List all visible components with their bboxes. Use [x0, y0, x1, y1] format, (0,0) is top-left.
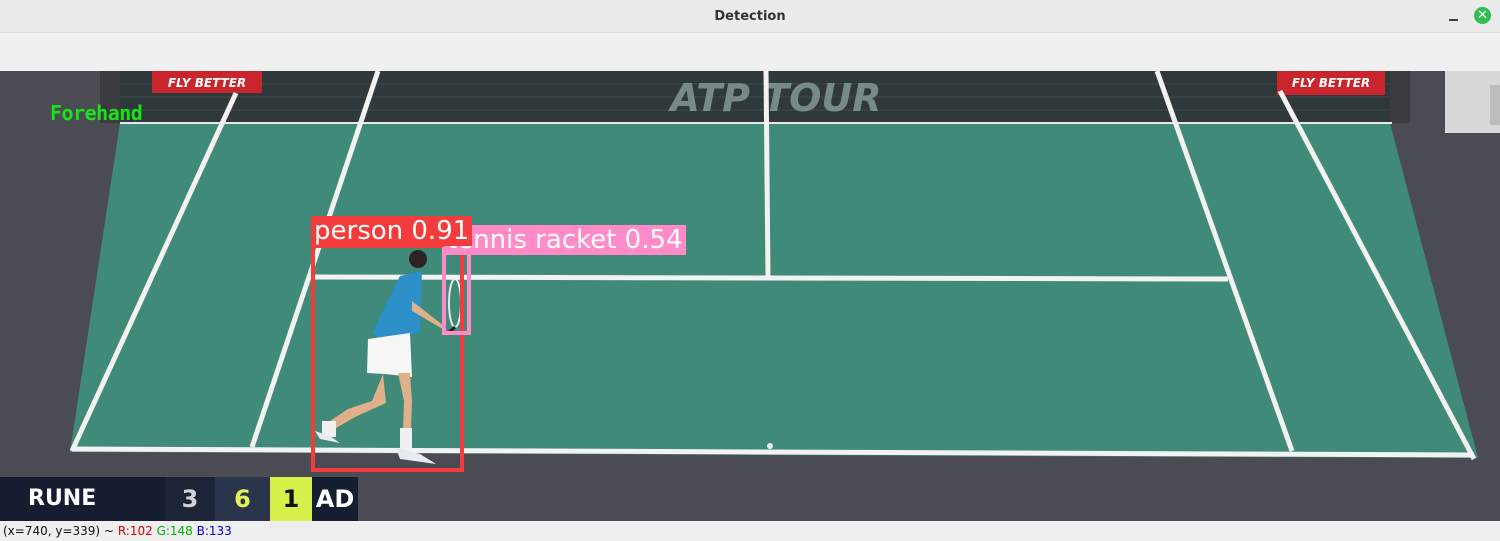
action-label: Forehand: [50, 101, 143, 125]
scoreboard-player-name: RUNE: [28, 486, 97, 511]
close-button[interactable]: ✕: [1474, 7, 1491, 24]
minimize-button[interactable]: [1446, 8, 1462, 24]
cursor-coords: (x=740, y=339) ~: [3, 524, 114, 538]
svg-text:FLY BETTER: FLY BETTER: [168, 76, 246, 90]
image-viewport[interactable]: ATP TOUR FLY BETTER FLY BETTER Forehand …: [0, 71, 1500, 521]
close-icon: ✕: [1477, 8, 1488, 23]
court-surface: [70, 123, 1478, 458]
pixel-red-value: R:102: [117, 524, 153, 538]
pixel-blue-value: B:133: [196, 524, 232, 538]
net-logo: ATP TOUR: [667, 76, 881, 120]
scoreboard-point: AD: [312, 477, 358, 521]
svg-text:FLY BETTER: FLY BETTER: [1292, 76, 1370, 90]
tennis-court-scene: ATP TOUR FLY BETTER FLY BETTER: [0, 71, 1500, 521]
toolbar: [0, 33, 1500, 71]
pixel-green-value: G:148: [156, 524, 193, 538]
title-bar: Detection ✕: [0, 0, 1500, 33]
status-bar: (x=740, y=339) ~ R:102 G:148 B:133: [0, 521, 1500, 541]
scoreboard-set2: 6: [215, 477, 270, 521]
scoreboard-game: 1: [270, 477, 312, 521]
scoreboard-set1: 3: [165, 477, 215, 521]
scoreboard: RUNE 3 6 1 AD: [0, 477, 358, 521]
window-title: Detection: [714, 9, 786, 24]
person-detection-label: person 0.91: [311, 216, 473, 246]
racket-detection-label: tennis racket 0.54: [444, 225, 686, 255]
